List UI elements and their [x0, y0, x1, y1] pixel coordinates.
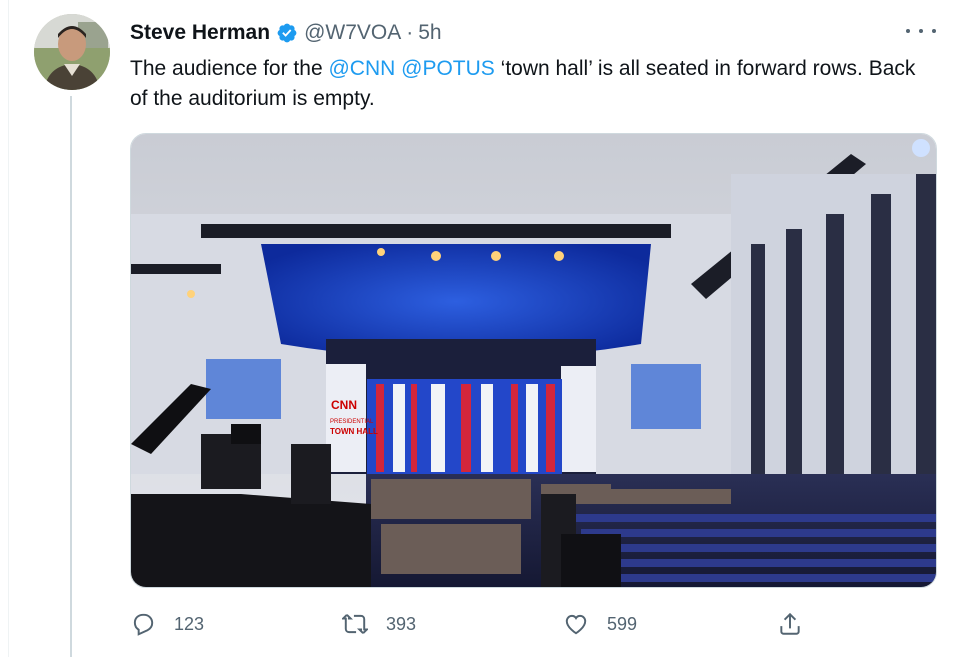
retweet-icon — [342, 614, 368, 634]
stage-screen-line-1: PRESIDENTIAL — [330, 419, 374, 425]
mention-cnn-link[interactable]: @CNN — [328, 57, 395, 80]
tweet-timestamp[interactable]: 5h — [418, 21, 441, 45]
stage-screen-logo: CNN — [331, 398, 357, 412]
author-handle[interactable]: @W7VOA — [304, 21, 401, 45]
share-button[interactable] — [777, 608, 821, 640]
more-dot — [919, 29, 923, 33]
like-count: 599 — [607, 613, 638, 634]
header-separator: · — [406, 21, 414, 44]
retweet-count: 393 — [386, 613, 417, 634]
more-dot — [932, 29, 936, 33]
reply-icon — [133, 613, 154, 636]
thread-connector-line — [70, 96, 72, 657]
like-icon — [565, 614, 587, 635]
tweet-photo[interactable]: CNN PRESIDENTIAL TOWN HALL — [130, 133, 937, 588]
more-options-icon[interactable] — [906, 20, 936, 42]
verified-badge-icon — [276, 22, 298, 44]
retweet-button[interactable]: 393 — [342, 608, 416, 640]
reply-button[interactable]: 123 — [130, 608, 204, 640]
mention-potus-link[interactable]: @POTUS — [401, 57, 495, 80]
reply-count: 123 — [174, 613, 205, 634]
stage-screen-line-2: TOWN HALL — [330, 427, 378, 436]
author-name[interactable]: Steve Herman — [130, 21, 270, 45]
timeline-border — [8, 0, 9, 657]
tweet-text: The audience for the @CNN @POTUS ‘town h… — [130, 54, 920, 114]
share-icon — [780, 612, 800, 635]
tweet-text-start: The audience for the — [130, 57, 329, 80]
like-button[interactable]: 599 — [563, 608, 637, 640]
more-dot — [906, 29, 910, 33]
tweet-actions-bar: 123 393 599 — [130, 608, 830, 640]
avatar[interactable] — [34, 14, 110, 90]
tweet-header: Steve Herman @W7VOA · 5h — [130, 18, 442, 48]
